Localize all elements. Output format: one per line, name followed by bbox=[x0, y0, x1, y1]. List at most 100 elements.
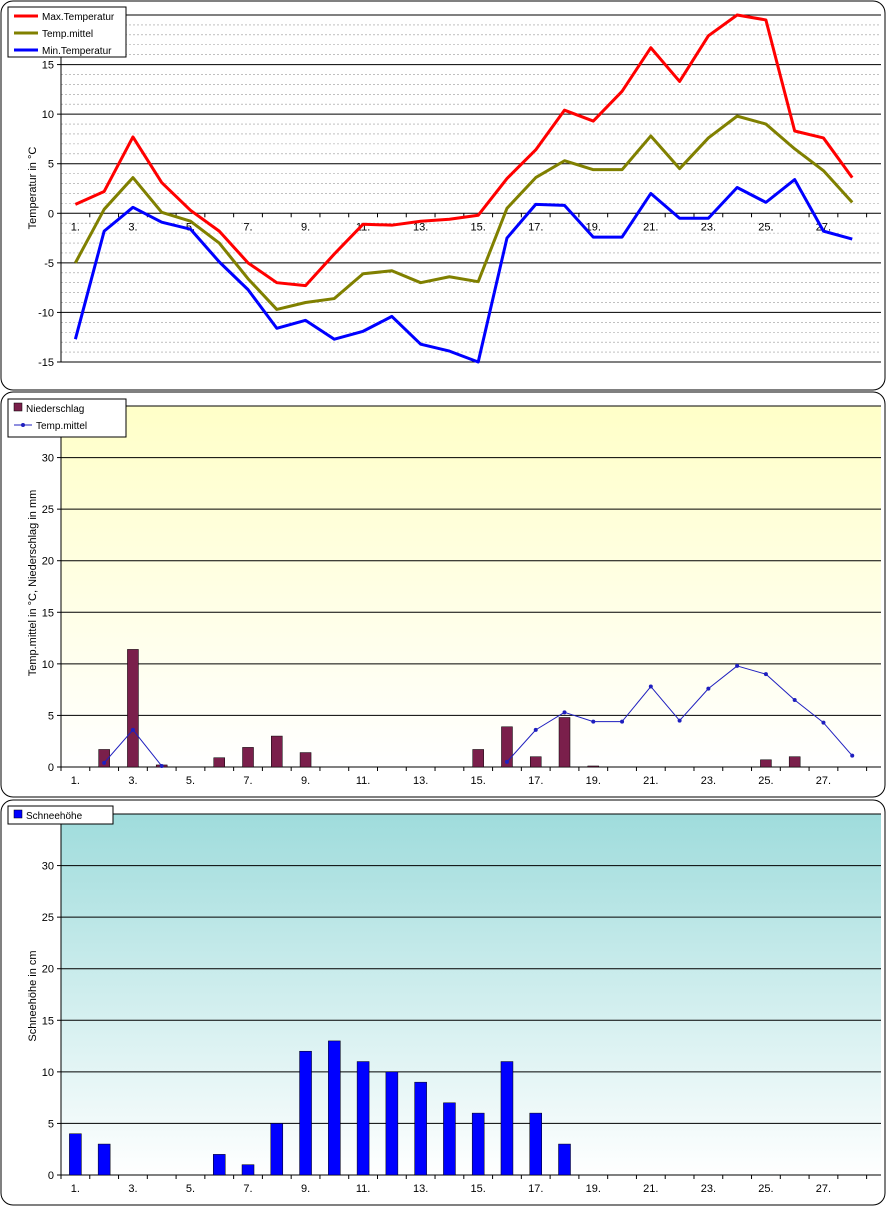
x-tick-label: 5. bbox=[186, 775, 195, 787]
bar bbox=[69, 1133, 82, 1176]
legend-label: Min.Temperatur bbox=[42, 46, 112, 57]
y-tick-label: 20 bbox=[42, 964, 54, 976]
legend-label: Niederschlag bbox=[26, 404, 84, 415]
temperature-chart: -15-10-50510151. 3. 5. 7. 9. 11. 13. 15. 17. 19. 2… bbox=[0, 0, 886, 391]
bar bbox=[443, 1102, 456, 1176]
bar bbox=[529, 756, 542, 768]
y-tick-label: 30 bbox=[42, 453, 54, 465]
data-point bbox=[677, 718, 682, 723]
y-tick-label: 0 bbox=[48, 208, 54, 220]
x-tick-label: 15. bbox=[471, 775, 486, 787]
y-tick-label: 25 bbox=[42, 504, 54, 516]
bar bbox=[558, 717, 571, 768]
legend: Niederschlag Temp.mittel bbox=[7, 398, 127, 438]
x-tick-label: 23. bbox=[701, 1183, 716, 1195]
bar bbox=[97, 1143, 111, 1176]
bar bbox=[500, 1061, 514, 1176]
x-tick-label: 27. bbox=[816, 1183, 831, 1195]
bar bbox=[760, 759, 772, 768]
legend: Schneehöhe bbox=[7, 805, 114, 825]
y-tick-label: 20 bbox=[42, 556, 54, 568]
bar bbox=[587, 765, 600, 768]
legend-label: Temp.mittel bbox=[42, 29, 93, 40]
y-tick-label: 15 bbox=[42, 60, 54, 72]
y-tick-label: 0 bbox=[48, 762, 54, 774]
data-point bbox=[648, 684, 653, 689]
y-tick-label: 10 bbox=[42, 659, 54, 671]
x-tick-label: 25. bbox=[758, 775, 773, 787]
data-point bbox=[130, 727, 135, 732]
bar bbox=[270, 1123, 284, 1176]
data-point bbox=[591, 719, 596, 724]
data-point bbox=[735, 663, 740, 668]
y-tick-label: 0 bbox=[48, 1170, 54, 1182]
x-tick-label: 13. bbox=[413, 775, 428, 787]
x-tick-label: 21. bbox=[643, 221, 658, 233]
bar bbox=[212, 1154, 226, 1176]
legend-swatch-marker bbox=[21, 423, 25, 427]
x-tick-label: 1. bbox=[71, 221, 80, 233]
x-tick-label: 19. bbox=[586, 1183, 601, 1195]
data-point bbox=[102, 760, 107, 765]
x-tick-label: 21. bbox=[643, 1183, 658, 1195]
x-tick-label: 25. bbox=[758, 1183, 773, 1195]
plot-area bbox=[61, 406, 881, 767]
data-point bbox=[620, 719, 625, 724]
y-tick-label: -15 bbox=[38, 357, 54, 369]
legend-label: Temp.mittel bbox=[36, 421, 87, 432]
x-tick-label: 15. bbox=[471, 1183, 486, 1195]
y-tick-label: 30 bbox=[42, 861, 54, 873]
y-tick-label: 15 bbox=[42, 607, 54, 619]
x-tick-label: 5. bbox=[186, 1183, 195, 1195]
data-point bbox=[763, 672, 768, 677]
y-tick-label: 5 bbox=[48, 1118, 54, 1130]
x-tick-label: 9. bbox=[301, 775, 310, 787]
bar bbox=[356, 1061, 370, 1176]
y-tick-label: 10 bbox=[42, 109, 54, 121]
y-axis-label: Temperatur in °C bbox=[27, 147, 39, 230]
x-tick-label: 17. bbox=[528, 1183, 543, 1195]
bar bbox=[558, 1143, 571, 1176]
x-tick-label: 9. bbox=[301, 1183, 310, 1195]
bar bbox=[127, 649, 139, 768]
x-tick-label: 25. bbox=[758, 221, 773, 233]
bar bbox=[385, 1071, 399, 1176]
bar bbox=[213, 757, 225, 768]
data-point bbox=[706, 686, 711, 691]
bar bbox=[472, 749, 484, 768]
legend-label: Schneehöhe bbox=[26, 811, 83, 822]
y-tick-label: 5 bbox=[48, 710, 54, 722]
x-tick-label: 23. bbox=[701, 221, 716, 233]
x-tick-label: 21. bbox=[643, 775, 658, 787]
bar bbox=[271, 735, 283, 768]
bar bbox=[299, 1050, 312, 1176]
x-tick-label: 9. bbox=[301, 221, 310, 233]
x-tick-label: 1. bbox=[71, 775, 80, 787]
y-tick-label: 15 bbox=[42, 1015, 54, 1027]
data-point bbox=[533, 727, 538, 732]
chart-sheet: -15 -10 -5 0 5 10 15 1. 3. 5. 7. 9. 11. 13. 15. 17. 19. 2… bbox=[0, 0, 886, 1206]
data-point bbox=[562, 710, 567, 715]
x-tick-label: 13. bbox=[413, 1183, 428, 1195]
data-point bbox=[821, 720, 826, 725]
bar bbox=[529, 1112, 542, 1176]
x-tick-label: 7. bbox=[243, 1183, 252, 1195]
x-tick-label: 17. bbox=[528, 221, 543, 233]
plot-area bbox=[61, 814, 881, 1175]
x-tick-label: 19. bbox=[586, 775, 601, 787]
y-tick-label: 10 bbox=[42, 1067, 54, 1079]
x-tick-label: 7. bbox=[243, 775, 252, 787]
y-tick-label: 5 bbox=[48, 159, 54, 171]
x-tick-label: 7. bbox=[243, 221, 252, 233]
snow-depth-chart: 0 5 10 15 20 25 30 1. 3. 5. 7. 9. 11. 13. 15. 17. 19. 21.… bbox=[0, 799, 886, 1206]
bar bbox=[788, 756, 801, 768]
legend-swatch bbox=[13, 402, 23, 412]
y-tick-label: -10 bbox=[38, 307, 54, 319]
x-tick-label: 11. bbox=[356, 775, 370, 787]
bar bbox=[241, 1164, 255, 1176]
x-tick-label: 15. bbox=[471, 221, 486, 233]
legend: Max.Temperatur Temp.mittel Min.Temperatur bbox=[7, 6, 127, 58]
x-tick-label: 3. bbox=[128, 775, 137, 787]
x-tick-label: 1. bbox=[71, 1183, 80, 1195]
data-point bbox=[792, 697, 797, 702]
